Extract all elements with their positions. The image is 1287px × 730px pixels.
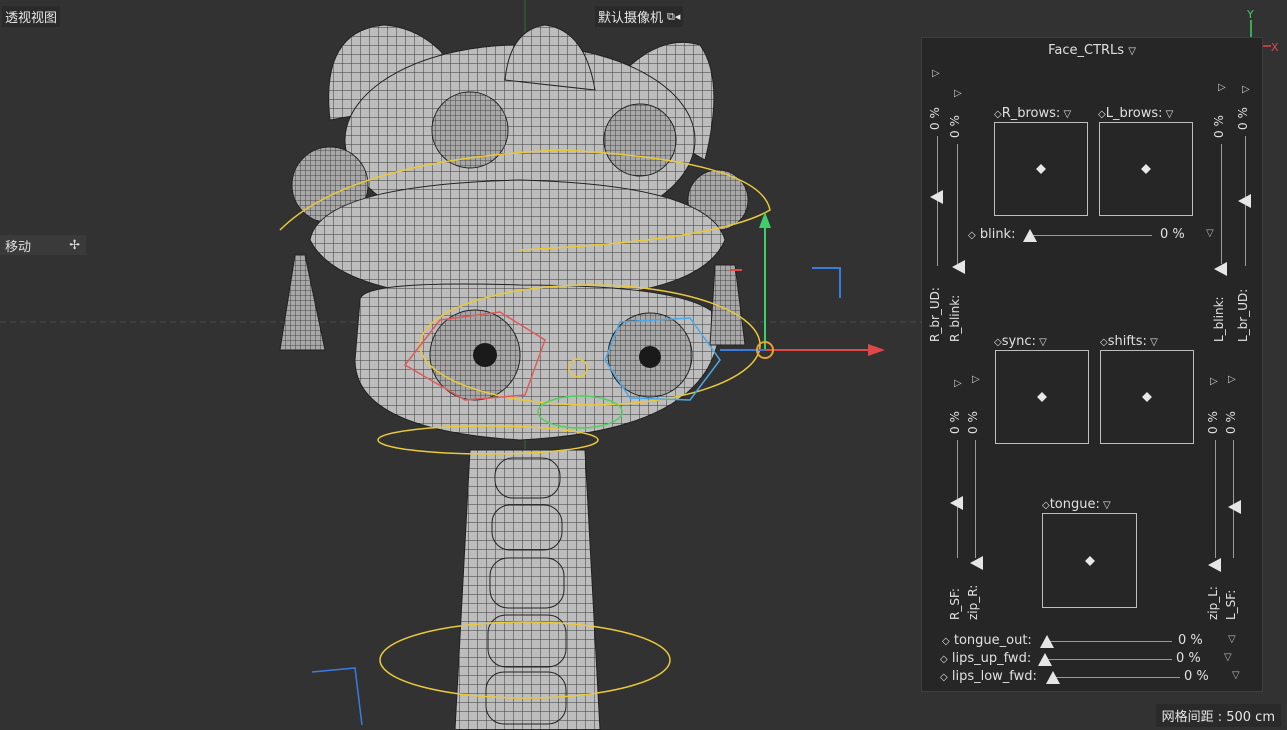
shifts-pad[interactable] (1100, 350, 1194, 444)
r-brows-label-row[interactable]: ◇R_brows: ▽ (994, 106, 1071, 121)
r-blink-slider[interactable]: 0 % R_blink: (948, 108, 968, 348)
view-name[interactable]: 透视视图 (2, 6, 61, 27)
zip-r-slider[interactable]: 0 % zip_R: (966, 398, 986, 628)
tongue-pad[interactable] (1042, 513, 1137, 608)
keyframe-diamond-icon[interactable]: ◇ (994, 337, 1002, 348)
expand-arrow-icon[interactable]: ▷ (1218, 82, 1226, 93)
transform-gizmo (720, 212, 885, 359)
pad-handle[interactable] (1036, 164, 1046, 174)
l-blink-slider[interactable]: 0 % L_blink: (1212, 108, 1232, 348)
l-brows-pad[interactable] (1099, 122, 1193, 216)
expand-arrow-icon[interactable]: ▷ (932, 68, 940, 79)
r-brows-pad[interactable] (994, 122, 1088, 216)
expand-arrow-icon[interactable]: ▷ (972, 374, 980, 385)
slider-thumb[interactable] (1238, 194, 1251, 208)
pad-handle[interactable] (1037, 392, 1047, 402)
chevron-down-icon: ▽ (1162, 109, 1174, 120)
expand-arrow-icon[interactable]: ▷ (954, 88, 962, 99)
shifts-label-row[interactable]: ◇shifts: ▽ (1100, 334, 1158, 349)
move-tool-label: 移动 (5, 239, 32, 255)
slider-thumb[interactable] (1040, 635, 1054, 648)
expand-arrow-icon[interactable]: ▷ (1210, 376, 1218, 387)
move-cross-icon: ✢ (69, 237, 80, 253)
pad-handle[interactable] (1141, 164, 1151, 174)
slider-thumb[interactable] (1046, 671, 1060, 684)
axis-y-label: Y (1246, 8, 1254, 21)
slider-thumb[interactable] (1214, 262, 1227, 276)
expand-arrow-icon[interactable]: ▷ (1228, 374, 1236, 385)
keyframe-diamond-icon[interactable]: ◇ (940, 654, 948, 665)
pad-handle[interactable] (1142, 392, 1152, 402)
keyframe-diamond-icon[interactable]: ◇ (1042, 500, 1050, 511)
move-tool-button[interactable]: 移动 ✢ (0, 235, 86, 255)
r-br-ud-slider[interactable]: 0 % R_br_UD: (928, 107, 948, 348)
tongue-label-row[interactable]: ◇tongue: ▽ (1042, 497, 1111, 512)
l-br-ud-slider[interactable]: 0 % L_br_UD: (1236, 107, 1256, 348)
chevron-down-icon: ▽ (1146, 337, 1158, 348)
expand-arrow-icon[interactable]: ▷ (954, 378, 962, 389)
l-brows-label-row[interactable]: ◇L_brows: ▽ (1098, 106, 1173, 121)
chevron-down-icon[interactable]: ▽ (1232, 670, 1240, 681)
chevron-down-icon: ▽ (1035, 337, 1047, 348)
chevron-down-icon[interactable]: ▽ (1224, 652, 1232, 663)
r-sf-slider[interactable]: 0 % R_SF: (948, 398, 968, 628)
keyframe-diamond-icon[interactable]: ◇ (968, 230, 976, 241)
slider-thumb[interactable] (970, 556, 983, 570)
slider-thumb[interactable] (952, 260, 965, 274)
blink-slider[interactable]: ◇ blink: 0 % ▽ (968, 227, 1218, 243)
slider-thumb[interactable] (1038, 653, 1052, 666)
pad-handle[interactable] (1084, 555, 1095, 566)
keyframe-diamond-icon[interactable]: ◇ (1100, 337, 1108, 348)
tongue-out-slider[interactable]: ◇ tongue_out: 0 % ▽ (942, 633, 1242, 649)
hat-brim-mesh (309, 179, 726, 301)
sync-pad[interactable] (995, 350, 1089, 444)
grid-spacing-status: 网格间距 : 500 cm (1155, 704, 1281, 727)
zip-l-slider[interactable]: 0 % zip_L: (1206, 398, 1226, 628)
slider-thumb[interactable] (950, 496, 963, 510)
keyframe-diamond-icon[interactable]: ◇ (940, 672, 948, 683)
slider-thumb[interactable] (1023, 229, 1037, 242)
lips-up-fwd-slider[interactable]: ◇ lips_up_fwd: 0 % ▽ (940, 651, 1240, 667)
axis-x-label: X (1271, 41, 1279, 54)
l-sf-slider[interactable]: 0 % L_SF: (1224, 398, 1244, 628)
chevron-down-icon[interactable]: ▽ (1228, 634, 1236, 645)
slider-thumb[interactable] (930, 190, 943, 204)
camera-selector[interactable]: 默认摄像机 ⧉◂ (595, 6, 684, 27)
3d-viewport[interactable]: 透视视图 默认摄像机 ⧉◂ 移动 ✢ Y Z X Face_CTRLs ▽ ▷ … (0, 0, 1287, 730)
face-ctrls-panel[interactable]: Face_CTRLs ▽ ▷ ▷ ▷ ▷ ◇R_brows: ▽ ◇L_brow… (921, 37, 1263, 692)
slider-thumb[interactable] (1208, 558, 1221, 572)
camera-label: 默认摄像机 (598, 11, 664, 26)
camera-link-icon[interactable]: ⧉◂ (667, 10, 680, 24)
expand-arrow-icon[interactable]: ▷ (1242, 84, 1250, 95)
lips-low-fwd-slider[interactable]: ◇ lips_low_fwd: 0 % ▽ (940, 669, 1246, 685)
chevron-down-icon: ▽ (1060, 109, 1072, 120)
chevron-down-icon: ▽ (1099, 500, 1111, 511)
keyframe-diamond-icon[interactable]: ◇ (1098, 109, 1106, 120)
keyframe-diamond-icon[interactable]: ◇ (994, 109, 1002, 120)
slider-thumb[interactable] (1228, 500, 1241, 514)
sync-label-row[interactable]: ◇sync: ▽ (994, 334, 1047, 349)
panel-title-row[interactable]: Face_CTRLs ▽ (922, 43, 1262, 58)
panel-title: Face_CTRLs (1048, 43, 1125, 58)
chevron-down-icon: ▽ (1128, 46, 1136, 57)
keyframe-diamond-icon[interactable]: ◇ (942, 636, 950, 647)
hat-knob-mesh (504, 24, 596, 91)
